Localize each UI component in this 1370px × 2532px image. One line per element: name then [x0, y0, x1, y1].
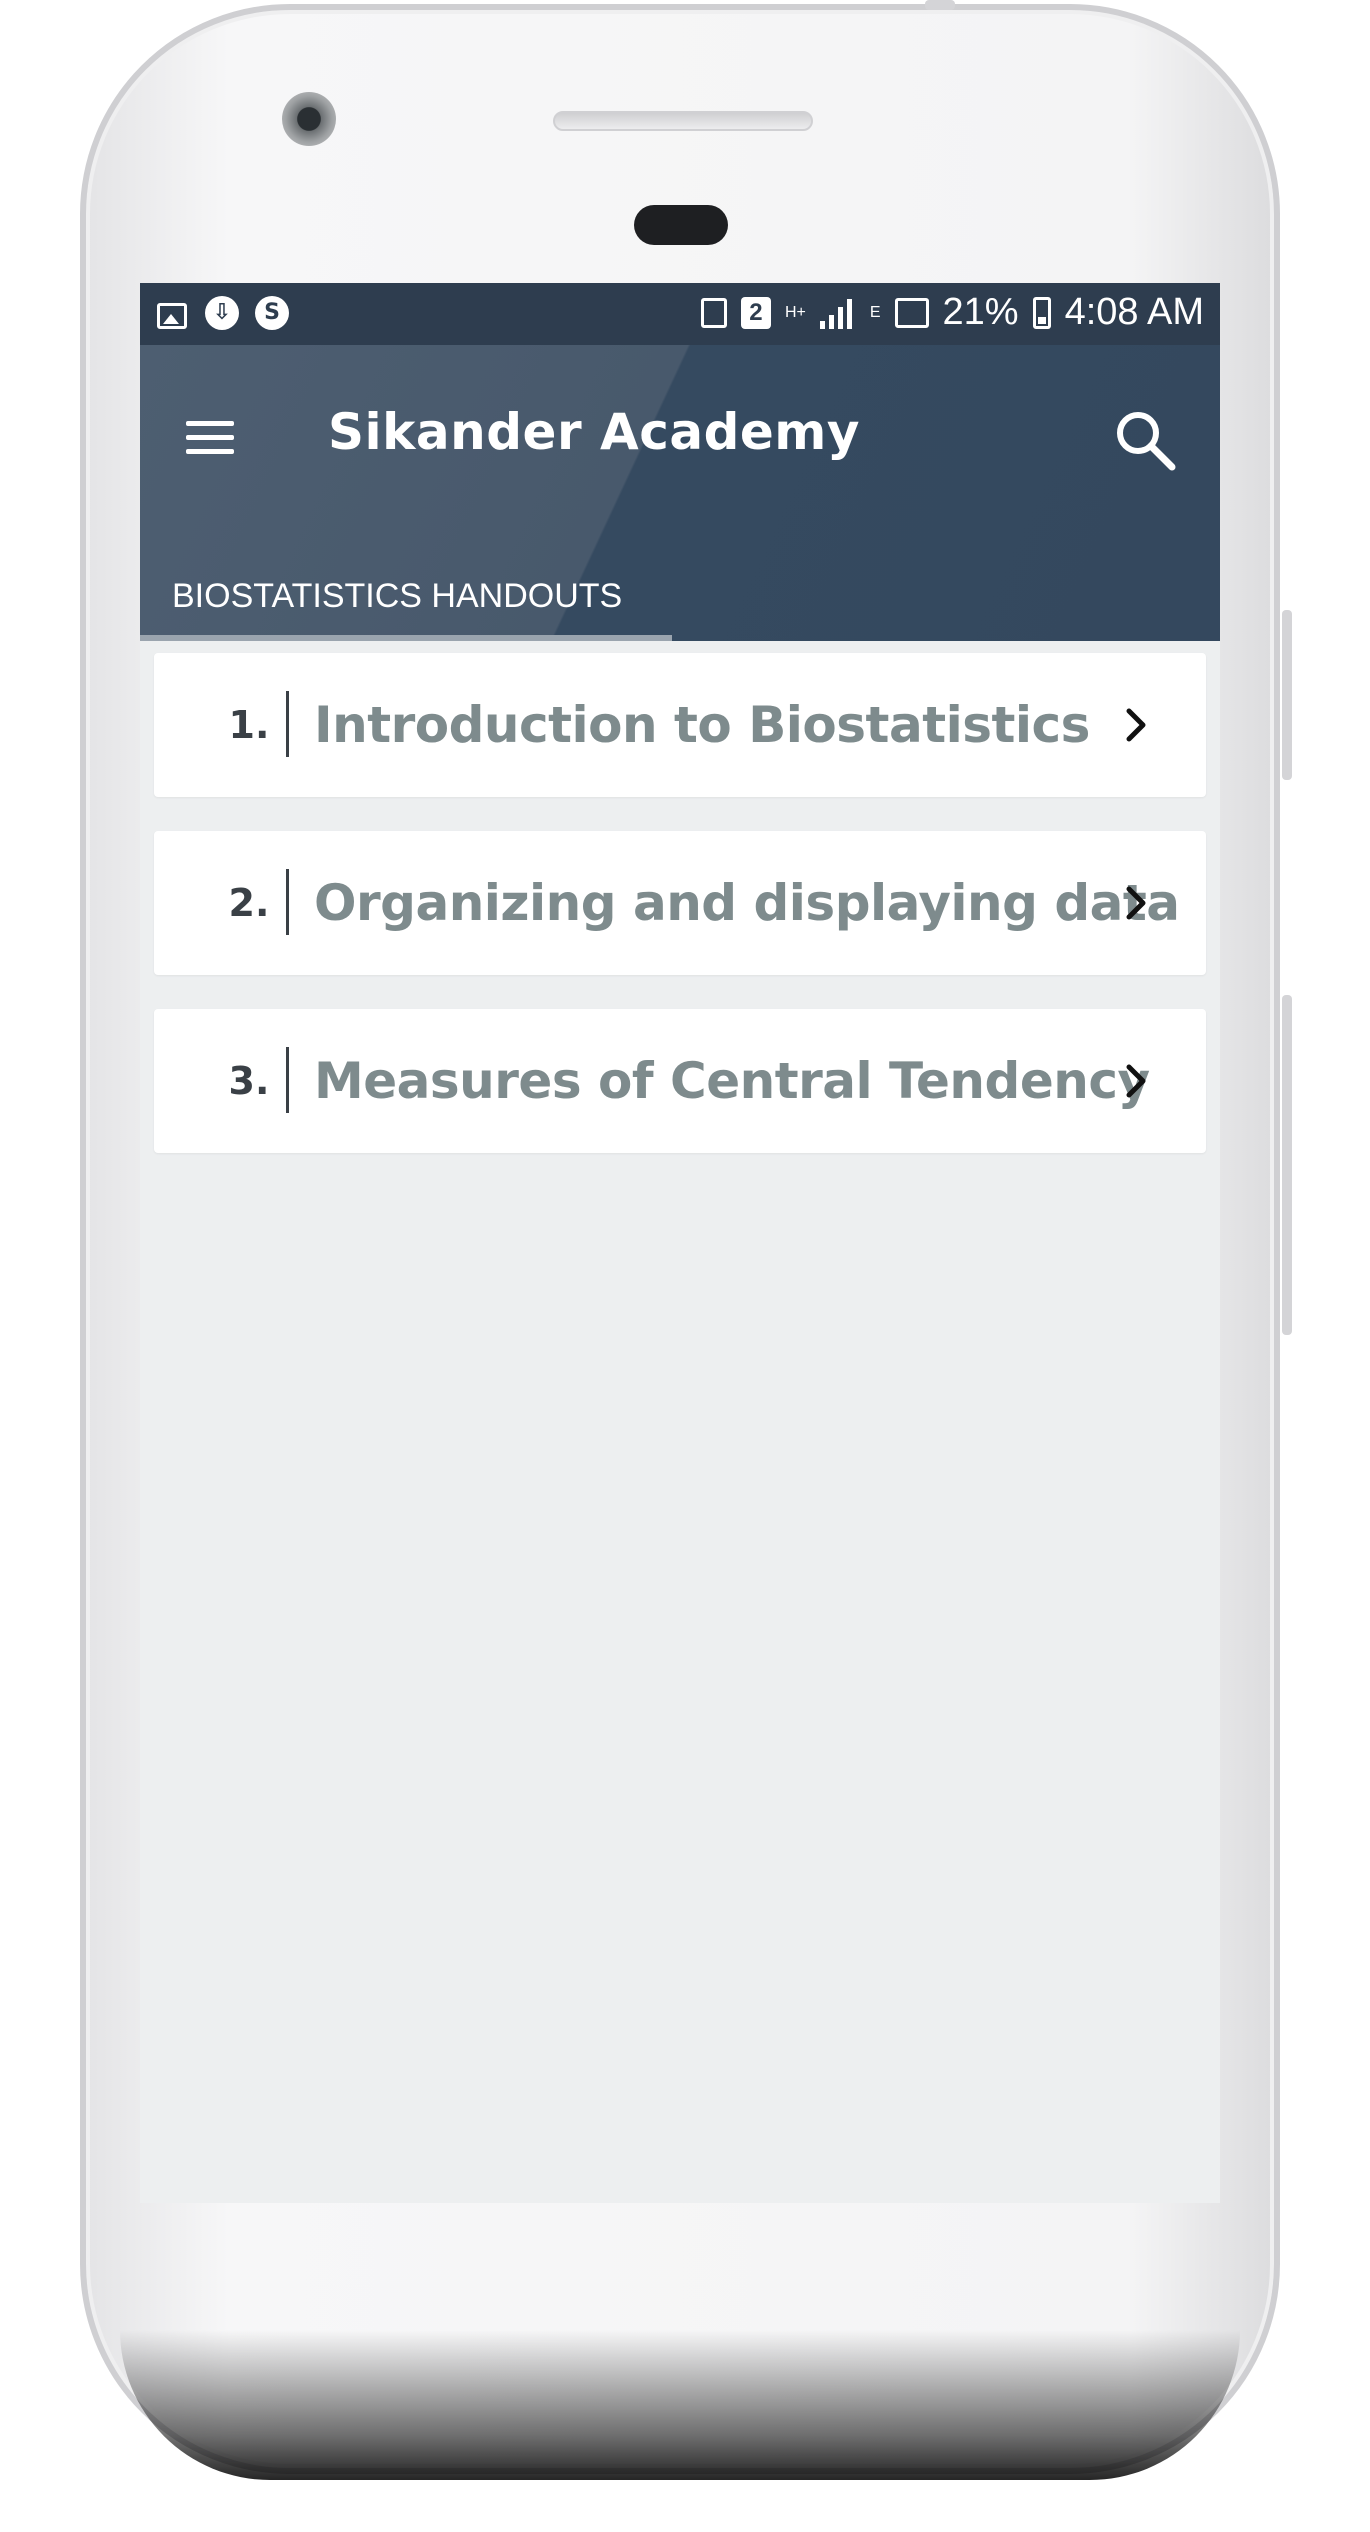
- chevron-right-icon: [1126, 886, 1146, 920]
- chevron-right-icon: [1126, 1064, 1146, 1098]
- list-item[interactable]: 2. Organizing and displaying data: [154, 831, 1206, 975]
- signal-strength-icon: [819, 297, 856, 329]
- list-item[interactable]: 1. Introduction to Biostatistics: [154, 653, 1206, 797]
- download-notification-icon: ⇩: [204, 295, 240, 331]
- item-number: 1.: [228, 703, 270, 747]
- phone-shadow: [120, 2330, 1240, 2480]
- image-notification-icon: [154, 295, 190, 331]
- app-title: Sikander Academy: [328, 403, 860, 461]
- item-number: 3.: [228, 1059, 270, 1103]
- item-title: Measures of Central Tendency: [314, 1052, 1150, 1110]
- divider: [286, 1047, 289, 1113]
- battery-saver-icon: [700, 297, 727, 328]
- item-number: 2.: [228, 881, 270, 925]
- item-title: Organizing and displaying data: [314, 874, 1180, 932]
- front-camera: [282, 92, 336, 146]
- proximity-sensor: [634, 205, 728, 245]
- tab-biostatistics-handouts[interactable]: BIOSTATISTICS HANDOUTS: [140, 567, 672, 641]
- screen: ⇩ S 2 H+ E 21% 4:08 AM Sikander Academy: [140, 283, 1220, 2203]
- handout-list: 1. Introduction to Biostatistics 2. Orga…: [154, 653, 1206, 1187]
- hamburger-menu-icon[interactable]: [186, 415, 238, 457]
- search-icon[interactable]: [1110, 405, 1180, 475]
- status-bar: ⇩ S 2 H+ E 21% 4:08 AM: [140, 283, 1220, 345]
- tab-indicator: [140, 635, 672, 641]
- chevron-right-icon: [1126, 708, 1146, 742]
- network-secondary-label: E: [869, 303, 881, 321]
- sync-notification-icon: S: [254, 295, 290, 331]
- battery-icon: [1032, 296, 1051, 329]
- power-button: [925, 0, 955, 10]
- system-indicators: 2 H+ E 21% 4:08 AM: [700, 291, 1204, 334]
- volume-button: [1282, 610, 1292, 780]
- side-button: [1282, 995, 1292, 1335]
- app-bar: Sikander Academy BIOSTATISTICS HANDOUTS: [140, 345, 1220, 641]
- item-title: Introduction to Biostatistics: [314, 696, 1090, 754]
- sim-badge: 2: [740, 296, 771, 329]
- notification-icons: ⇩ S: [154, 295, 290, 331]
- list-item[interactable]: 3. Measures of Central Tendency: [154, 1009, 1206, 1153]
- network-type-label: H+: [784, 303, 806, 321]
- earpiece-speaker: [553, 111, 813, 131]
- battery-percent: 21%: [942, 291, 1019, 333]
- tab-label: BIOSTATISTICS HANDOUTS: [172, 577, 623, 615]
- divider: [286, 869, 289, 935]
- divider: [286, 691, 289, 757]
- signal-box-icon: [894, 297, 929, 328]
- clock: 4:08 AM: [1064, 291, 1204, 333]
